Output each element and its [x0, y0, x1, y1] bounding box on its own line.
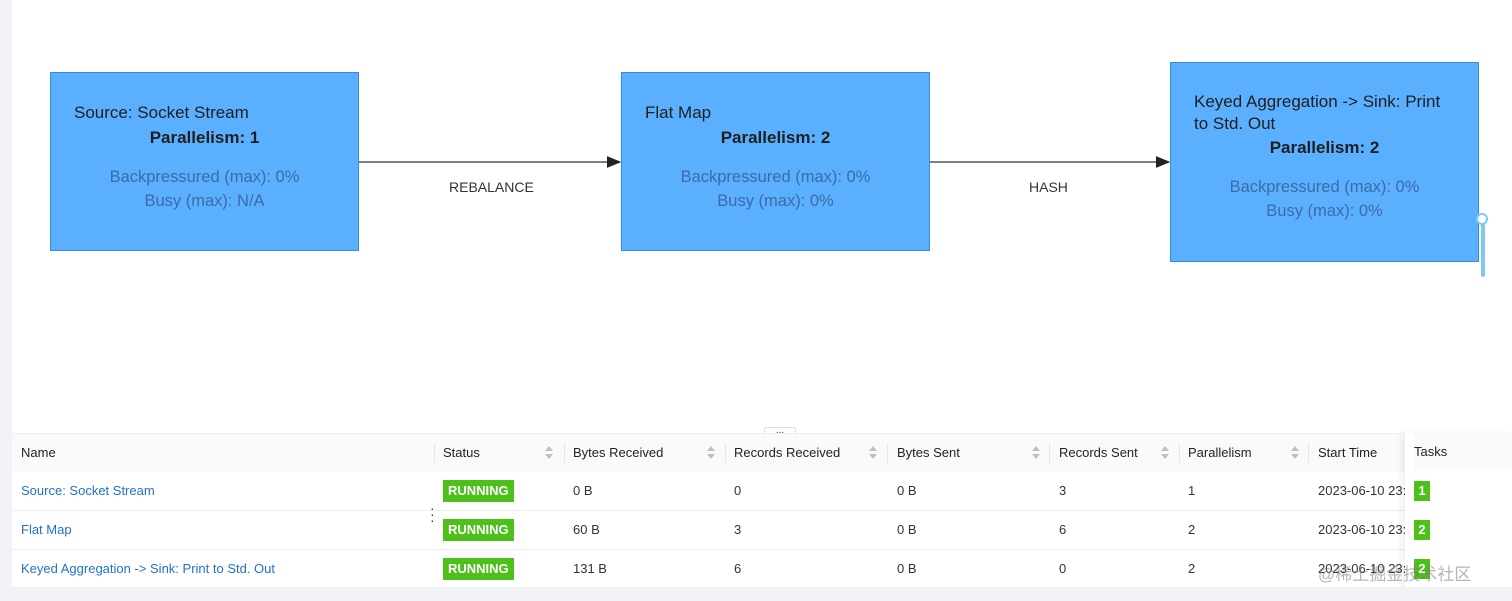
- col-header-name[interactable]: Name: [21, 434, 56, 472]
- bytes-received-cell: 0 B: [573, 483, 593, 498]
- vertex-name-link[interactable]: Flat Map: [21, 511, 72, 549]
- col-divider: [1308, 443, 1309, 463]
- sort-icon[interactable]: [1032, 446, 1040, 460]
- table-row[interactable]: Source: Socket Stream RUNNING 0 B 0 0 B …: [12, 472, 1512, 511]
- parallelism-cell: 1: [1188, 483, 1196, 498]
- bytes-received-cell: 60 B: [573, 522, 600, 537]
- records-received-cell: 0: [734, 483, 742, 498]
- records-sent-cell: 6: [1059, 522, 1067, 537]
- col-divider: [725, 443, 726, 463]
- bytes-sent-cell: 0 B: [897, 522, 917, 537]
- col-header-records-received[interactable]: Records Received: [734, 434, 840, 472]
- col-divider: [1179, 443, 1180, 463]
- left-gutter: [0, 0, 12, 601]
- node-backpressured: Backpressured (max): 0%: [680, 168, 871, 186]
- bytes-sent-cell: 0 B: [897, 561, 917, 576]
- tasks-cell: 2: [1414, 511, 1430, 549]
- sort-icon[interactable]: [1291, 446, 1299, 460]
- tasks-cell: 1: [1414, 472, 1430, 510]
- sort-icon[interactable]: [707, 446, 715, 460]
- node-busy: Busy (max): 0%: [1266, 202, 1383, 220]
- node-busy: Busy (max): N/A: [144, 192, 265, 210]
- graph-zoom-slider-track[interactable]: [1481, 222, 1485, 277]
- node-title: Flat Map: [645, 103, 712, 122]
- bottom-margin: [0, 587, 1512, 601]
- table-row[interactable]: Keyed Aggregation -> Sink: Print to Std.…: [12, 550, 1512, 589]
- col-divider: [434, 443, 435, 463]
- sort-icon[interactable]: [869, 446, 877, 460]
- col-divider: [887, 443, 888, 463]
- watermark-text: @稀土掘金技术社区: [1318, 565, 1472, 584]
- start-time-cell: 2023-06-10 23:: [1318, 483, 1406, 498]
- parallelism-cell: 2: [1188, 522, 1196, 537]
- col-header-records-sent[interactable]: Records Sent: [1059, 434, 1138, 472]
- col-header-parallelism[interactable]: Parallelism: [1188, 434, 1252, 472]
- edge-label-rebalance: REBALANCE: [449, 179, 534, 195]
- sort-icon[interactable]: [545, 446, 553, 460]
- graph-node-source[interactable]: Source: Socket Stream Parallelism: 1 Bac…: [50, 72, 359, 251]
- graph-zoom-slider-handle[interactable]: [1476, 213, 1488, 225]
- status-cell: RUNNING: [443, 550, 514, 588]
- edge-label-hash: HASH: [1029, 179, 1068, 195]
- col-divider: [564, 443, 565, 463]
- status-badge: RUNNING: [443, 480, 514, 502]
- col-header-bytes-sent[interactable]: Bytes Sent: [897, 434, 960, 472]
- node-title: Source: Socket Stream: [74, 103, 249, 122]
- col-header-status[interactable]: Status: [443, 434, 480, 472]
- node-backpressured: Backpressured (max): 0%: [1229, 178, 1420, 196]
- parallelism-cell: 2: [1188, 561, 1196, 576]
- node-title: Keyed Aggregation -> Sink: Print to Std.…: [1194, 92, 1441, 133]
- node-parallelism: Parallelism: 1: [149, 128, 260, 147]
- bytes-received-cell: 131 B: [573, 561, 607, 576]
- col-header-tasks[interactable]: Tasks: [1414, 433, 1512, 471]
- table-header: Name Status Bytes Received Records Recei…: [12, 433, 1512, 473]
- status-badge: RUNNING: [443, 558, 514, 580]
- node-backpressured: Backpressured (max): 0%: [109, 168, 300, 186]
- vertex-name-link[interactable]: Keyed Aggregation -> Sink: Print to Std.…: [21, 550, 275, 588]
- records-received-cell: 6: [734, 561, 742, 576]
- vertical-ellipsis-icon[interactable]: · · ·: [430, 501, 435, 527]
- col-header-start-time[interactable]: Start Time: [1318, 434, 1377, 472]
- node-parallelism: Parallelism: 2: [720, 128, 831, 147]
- vertex-name-link[interactable]: Source: Socket Stream: [21, 472, 155, 510]
- task-count-badge[interactable]: 2: [1414, 520, 1430, 540]
- table-row[interactable]: Flat Map RUNNING 60 B 3 0 B 6 2 2023-06-…: [12, 511, 1512, 550]
- job-graph-canvas[interactable]: Source: Socket Stream Parallelism: 1 Bac…: [12, 0, 1512, 432]
- task-count-badge[interactable]: 1: [1414, 481, 1430, 501]
- records-sent-cell: 3: [1059, 483, 1067, 498]
- col-header-bytes-received[interactable]: Bytes Received: [573, 434, 663, 472]
- node-parallelism: Parallelism: 2: [1269, 138, 1380, 157]
- graph-node-flat-map[interactable]: Flat Map Parallelism: 2 Backpressured (m…: [621, 72, 930, 251]
- node-busy: Busy (max): 0%: [717, 192, 834, 210]
- start-time-cell: 2023-06-10 23:: [1318, 522, 1406, 537]
- bytes-sent-cell: 0 B: [897, 483, 917, 498]
- sort-icon[interactable]: [1161, 446, 1169, 460]
- col-divider: [1049, 443, 1050, 463]
- records-received-cell: 3: [734, 522, 742, 537]
- records-sent-cell: 0: [1059, 561, 1067, 576]
- status-cell: RUNNING: [443, 511, 514, 549]
- status-cell: RUNNING: [443, 472, 514, 510]
- status-badge: RUNNING: [443, 519, 514, 541]
- graph-node-keyed-aggregation[interactable]: Keyed Aggregation -> Sink: Print to Std.…: [1170, 62, 1479, 262]
